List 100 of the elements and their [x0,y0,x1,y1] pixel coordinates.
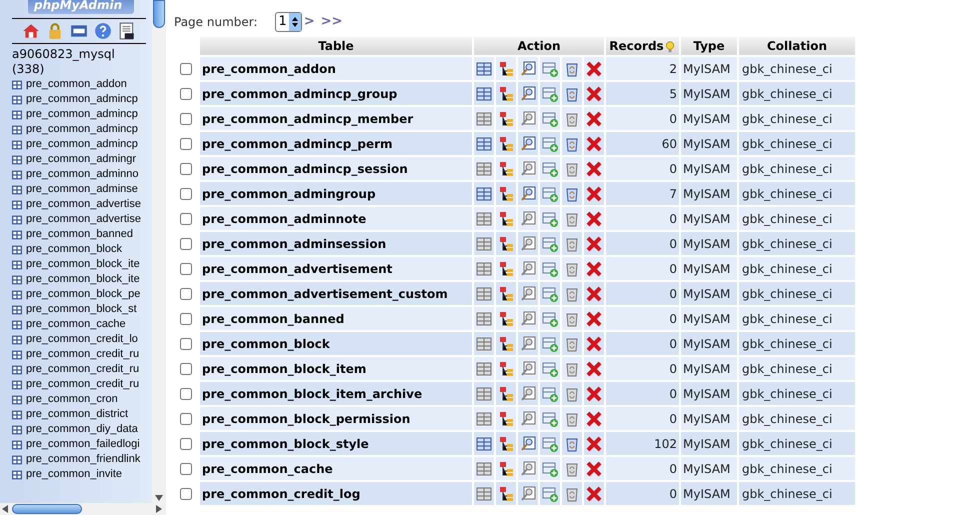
table-icon[interactable] [12,274,22,284]
sidebar-table-link[interactable]: pre_common_cron [26,391,118,408]
insert-row-icon[interactable] [542,60,558,76]
row-checkbox[interactable] [180,363,192,376]
row-checkbox[interactable] [180,213,192,226]
table-icon[interactable] [12,200,22,210]
row-checkbox[interactable] [180,63,192,76]
browse-icon[interactable] [476,360,492,376]
delete-icon[interactable] [586,186,602,202]
table-icon[interactable] [12,350,22,360]
bin-icon[interactable] [564,110,580,126]
column-header[interactable]: Collation [739,37,855,55]
structure-icon[interactable] [498,386,514,402]
insert-row-icon[interactable] [542,386,558,402]
row-checkbox[interactable] [180,388,192,400]
insert-row-icon[interactable] [542,286,558,302]
structure-icon[interactable] [498,486,514,502]
search-icon[interactable] [520,410,536,426]
browse-icon[interactable] [476,186,492,202]
table-icon[interactable] [12,440,22,450]
search-icon[interactable] [520,160,536,176]
page-number-spinner[interactable]: 1 [274,12,302,32]
row-checkbox[interactable] [180,88,192,100]
structure-icon[interactable] [498,336,514,352]
bin-icon[interactable] [564,186,580,202]
row-checkbox[interactable] [180,113,192,126]
sidebar-table-link[interactable]: pre_common_credit_ru [26,346,140,363]
structure-icon[interactable] [498,436,514,452]
table-icon[interactable] [12,410,22,420]
insert-row-icon[interactable] [542,110,558,126]
bin-icon[interactable] [564,286,580,302]
browse-icon[interactable] [476,410,492,426]
table-name-link[interactable]: pre_common_adminnote [200,207,472,230]
delete-icon[interactable] [586,260,602,276]
table-icon[interactable] [12,364,22,374]
table-name-link[interactable]: pre_common_banned [200,307,472,330]
scroll-right-icon[interactable] [156,505,162,513]
delete-icon[interactable] [586,486,602,502]
search-icon[interactable] [520,86,536,102]
row-checkbox[interactable] [180,138,192,150]
sidebar-table-link[interactable]: pre_common_block_ite [26,271,140,288]
sidebar-table-link[interactable]: pre_common_credit_lo [26,331,138,348]
row-checkbox[interactable] [180,413,192,426]
sidebar-table-link[interactable]: pre_common_credit_ru [26,361,140,378]
table-name-link[interactable]: pre_common_admincp_session [200,157,472,180]
insert-row-icon[interactable] [542,260,558,276]
table-icon[interactable] [12,140,22,150]
row-checkbox[interactable] [180,288,192,300]
bin-icon[interactable] [564,160,580,176]
bin-icon[interactable] [564,410,580,426]
table-name-link[interactable]: pre_common_admincp_member [200,107,472,130]
insert-row-icon[interactable] [542,486,558,502]
delete-icon[interactable] [586,160,602,176]
sidebar-table-link[interactable]: pre_common_admincp [26,106,138,123]
sidebar-table-link[interactable]: pre_common_adminse [26,181,138,198]
search-icon[interactable] [520,386,536,402]
sidebar-table-link[interactable]: pre_common_advertise [26,211,141,228]
table-name-link[interactable]: pre_common_block_style [200,432,472,455]
insert-row-icon[interactable] [542,436,558,452]
lightbulb-icon[interactable] [664,40,676,54]
insert-row-icon[interactable] [542,336,558,352]
table-icon[interactable] [12,214,22,224]
sidebar-table-link[interactable]: pre_common_friendlink [26,451,140,468]
table-name-link[interactable]: pre_common_block_item_archive [200,382,472,405]
search-icon[interactable] [520,360,536,376]
structure-icon[interactable] [498,410,514,426]
scrollbar-thumb[interactable] [153,0,165,28]
horizontal-scrollbar[interactable] [0,503,166,515]
bin-icon[interactable] [564,86,580,102]
table-name-link[interactable]: pre_common_block_item [200,357,472,380]
search-icon[interactable] [520,210,536,226]
insert-row-icon[interactable] [542,460,558,476]
delete-icon[interactable] [586,60,602,76]
structure-icon[interactable] [498,160,514,176]
browse-icon[interactable] [476,210,492,226]
row-checkbox[interactable] [180,163,192,176]
sidebar-table-link[interactable]: pre_common_admincp [26,136,138,153]
table-icon[interactable] [12,260,22,270]
browse-icon[interactable] [476,260,492,276]
browse-icon[interactable] [476,386,492,402]
sidebar-table-link[interactable]: pre_common_banned [26,226,134,243]
search-icon[interactable] [520,286,536,302]
delete-icon[interactable] [586,286,602,302]
insert-row-icon[interactable] [542,360,558,376]
table-icon[interactable] [12,80,22,90]
browse-icon[interactable] [476,460,492,476]
scroll-left-icon[interactable] [2,505,8,513]
vertical-scrollbar[interactable] [152,0,166,503]
browse-icon[interactable] [476,136,492,152]
table-name-link[interactable]: pre_common_admincp_perm [200,132,472,155]
row-checkbox[interactable] [180,313,192,326]
structure-icon[interactable] [498,60,514,76]
search-icon[interactable] [520,336,536,352]
sidebar-table-link[interactable]: pre_common_credit_ru [26,376,140,393]
structure-icon[interactable] [498,260,514,276]
table-name-link[interactable]: pre_common_addon [200,57,472,80]
bin-icon[interactable] [564,336,580,352]
table-name-link[interactable]: pre_common_admincp_group [200,82,472,105]
structure-icon[interactable] [498,310,514,326]
bin-icon[interactable] [564,460,580,476]
